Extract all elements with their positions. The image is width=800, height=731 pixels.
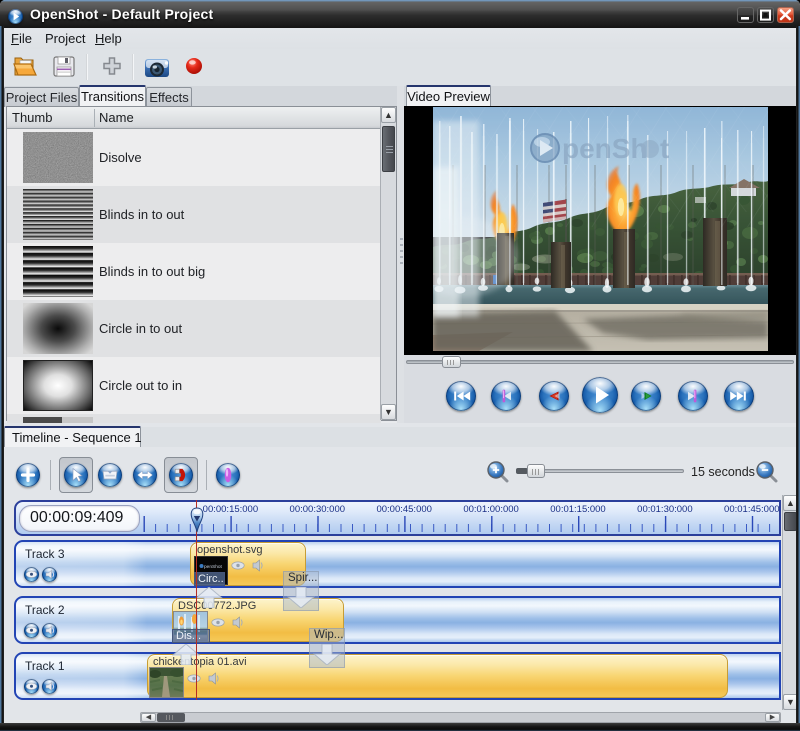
svg-text:00:01:30:000: 00:01:30:000 (637, 504, 692, 515)
svg-text:penShot: penShot (204, 564, 223, 570)
svg-text:00:00:45:000: 00:00:45:000 (376, 504, 431, 515)
svg-text:00:00:15:000: 00:00:15:000 (203, 504, 258, 515)
svg-text:00:01:45:000: 00:01:45:000 (724, 504, 779, 515)
svg-text:00:01:00:000: 00:01:00:000 (463, 504, 518, 515)
svg-text:00:00:30:000: 00:00:30:000 (290, 504, 345, 515)
svg-text:00:01:15:000: 00:01:15:000 (550, 504, 605, 515)
